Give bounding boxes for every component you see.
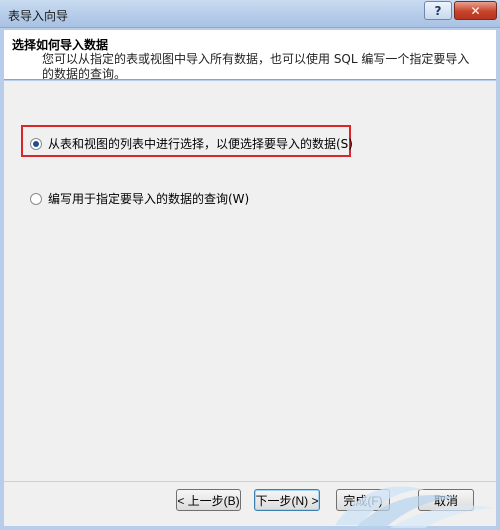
help-button[interactable]: ? [424,1,452,20]
option-select-from-tables[interactable]: 从表和视图的列表中进行选择，以便选择要导入的数据(S) [30,135,353,152]
close-icon: ✕ [470,3,481,18]
option-write-query[interactable]: 编写用于指定要导入的数据的查询(W) [30,190,249,207]
wizard-header: 选择如何导入数据 您可以从指定的表或视图中导入所有数据，也可以使用 SQL 编写… [4,30,496,81]
finish-button[interactable]: 完成(F) [336,489,390,511]
window-title: 表导入向导 [8,9,69,23]
cancel-button[interactable]: 取消 [418,489,474,511]
help-icon: ? [434,3,442,18]
radio-checked-icon[interactable] [30,137,42,150]
page-title: 选择如何导入数据 [12,38,109,52]
option-label: 从表和视图的列表中进行选择，以便选择要导入的数据(S) [48,137,353,151]
next-button[interactable]: 下一步(N) > [254,489,320,511]
title-bar: 表导入向导 ? ✕ [0,0,500,28]
close-button[interactable]: ✕ [454,1,497,20]
page-description: 您可以从指定的表或视图中导入所有数据，也可以使用 SQL 编写一个指定要导入的数… [42,52,470,81]
option-label: 编写用于指定要导入的数据的查询(W) [48,192,250,206]
radio-unchecked-icon[interactable] [30,192,42,205]
back-button[interactable]: < 上一步(B) [176,489,241,511]
